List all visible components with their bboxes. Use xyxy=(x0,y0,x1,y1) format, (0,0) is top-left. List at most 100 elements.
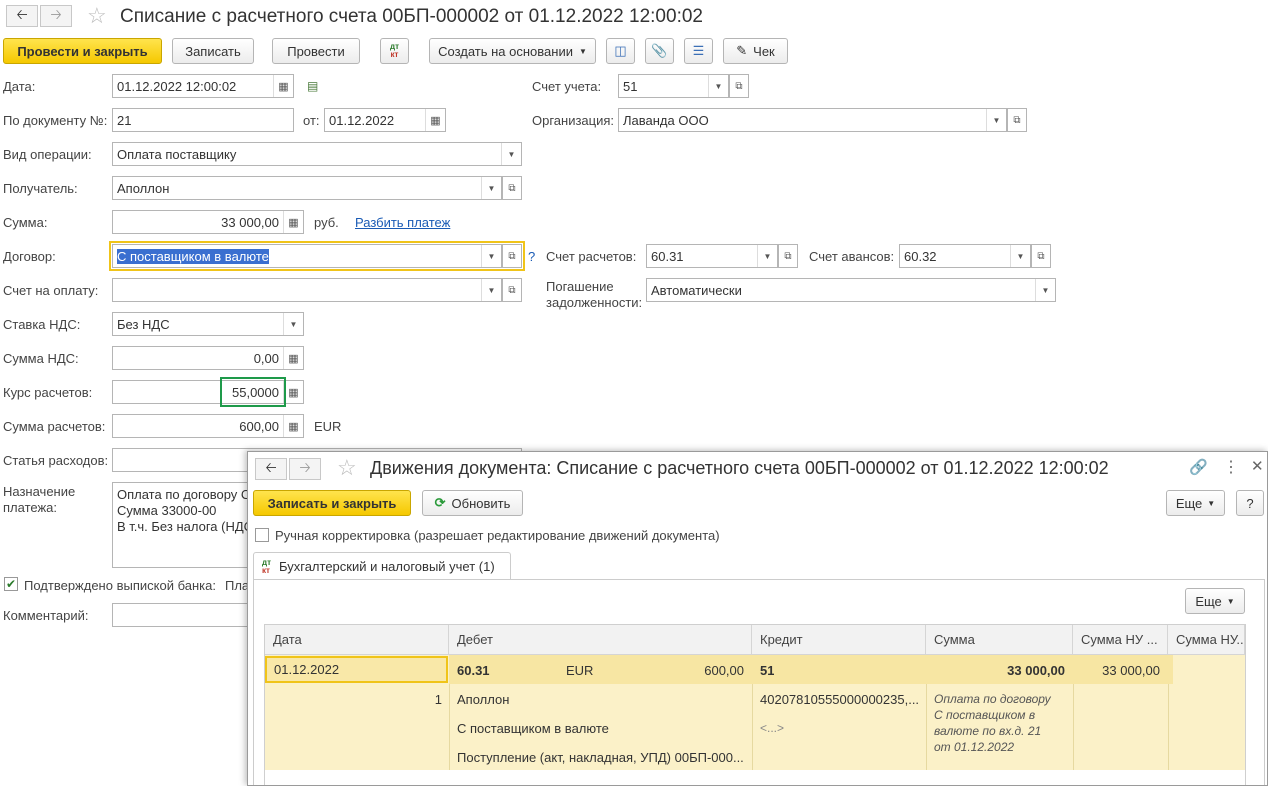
vat-rate-select[interactable]: Без НДС ▼ xyxy=(112,312,304,336)
movements-window: 🡠 🡢 ☆ Движения документа: Списание с рас… xyxy=(247,451,1268,786)
from-date-field[interactable]: 01.12.2022 ▦ xyxy=(324,108,446,132)
purpose-label-1: Назначение xyxy=(3,484,76,499)
advance-account-select[interactable]: 60.32 ▼ xyxy=(899,244,1031,268)
confirmed-suffix: Пла xyxy=(225,578,250,593)
from-label: от: xyxy=(303,113,320,128)
settle-currency: EUR xyxy=(314,419,342,434)
more-button[interactable]: Еще ▼ xyxy=(1166,490,1225,516)
open-invoice-button[interactable]: ⧉ xyxy=(502,278,522,302)
create-based-on-button[interactable]: Создать на основании ▼ xyxy=(429,38,596,64)
info-icon[interactable]: ▤ xyxy=(307,79,318,93)
more-vertical-icon[interactable]: ⋮ xyxy=(1223,457,1239,477)
open-org-button[interactable]: ⧉ xyxy=(1007,108,1027,132)
help-mark[interactable]: ? xyxy=(528,249,535,264)
split-payment-link[interactable]: Разбить платеж xyxy=(355,215,450,230)
confirmed-checkbox[interactable]: ✔ xyxy=(4,577,18,591)
invoice-select[interactable]: ▼ xyxy=(112,278,502,302)
close-icon[interactable]: ✕ xyxy=(1251,457,1264,475)
vat-sum-label: Сумма НДС: xyxy=(3,351,79,366)
chevron-down-icon[interactable]: ▼ xyxy=(283,313,303,335)
refresh-icon: ⟳ xyxy=(434,495,446,510)
check-button[interactable]: ✎ Чек xyxy=(723,38,788,64)
back-button[interactable]: 🡠 xyxy=(6,5,38,27)
settle-sum-field[interactable]: 600,00 ▦ xyxy=(112,414,304,438)
back-button[interactable]: 🡠 xyxy=(255,458,287,480)
invoice-label: Счет на оплату: xyxy=(3,283,99,298)
column-header-date[interactable]: Дата xyxy=(265,625,449,655)
link-icon[interactable]: 🔗 xyxy=(1189,458,1208,476)
settle-account-label: Счет расчетов: xyxy=(546,249,637,264)
debit-subconto-2: С поставщиком в валюте xyxy=(457,721,609,736)
chevron-down-icon[interactable]: ▼ xyxy=(708,75,728,97)
column-header-sum[interactable]: Сумма xyxy=(926,625,1073,655)
date-field[interactable]: 01.12.2022 12:00:02 ▦ xyxy=(112,74,294,98)
favorite-star-icon[interactable]: ☆ xyxy=(87,3,107,29)
chevron-down-icon[interactable]: ▼ xyxy=(1035,279,1055,301)
sum-label: Сумма: xyxy=(3,215,48,230)
column-header-debit[interactable]: Дебет xyxy=(449,625,752,655)
recipient-select[interactable]: Аполлон ▼ xyxy=(112,176,502,200)
forward-button[interactable]: 🡢 xyxy=(40,5,72,27)
open-contract-button[interactable]: ⧉ xyxy=(502,244,522,268)
optype-label: Вид операции: xyxy=(3,147,92,162)
account-select[interactable]: 51 ▼ xyxy=(618,74,729,98)
credit-subconto-1: 40207810555000000235,... xyxy=(760,692,920,707)
chevron-down-icon[interactable]: ▼ xyxy=(1010,245,1030,267)
calendar-icon[interactable]: ▦ xyxy=(425,109,445,131)
debit-account: 60.31 xyxy=(457,663,490,678)
attach-button[interactable]: 📎 xyxy=(645,38,674,64)
docnum-field[interactable]: 21 xyxy=(112,108,294,132)
chevron-down-icon[interactable]: ▼ xyxy=(501,143,521,165)
manual-adjust-checkbox[interactable] xyxy=(255,528,269,542)
calculator-icon[interactable]: ▦ xyxy=(283,381,303,403)
open-account-button[interactable]: ⧉ xyxy=(729,74,749,98)
chevron-down-icon[interactable]: ▼ xyxy=(757,245,777,267)
chevron-down-icon[interactable]: ▼ xyxy=(986,109,1006,131)
calculator-icon[interactable]: ▦ xyxy=(283,211,303,233)
favorite-star-icon[interactable]: ☆ xyxy=(337,455,357,481)
dt-kt-button[interactable]: дт кт xyxy=(380,38,409,64)
column-header-credit[interactable]: Кредит xyxy=(752,625,926,655)
chevron-down-icon[interactable]: ▼ xyxy=(481,245,501,267)
tab-accounting[interactable]: дт кт Бухгалтерский и налоговый учет (1) xyxy=(253,552,511,580)
vat-sum-field[interactable]: 0,00 ▦ xyxy=(112,346,304,370)
debit-subconto-3: Поступление (акт, накладная, УПД) 00БП-0… xyxy=(457,750,744,765)
chevron-down-icon[interactable]: ▼ xyxy=(481,177,501,199)
refresh-button[interactable]: ⟳ Обновить xyxy=(422,490,523,516)
forward-button[interactable]: 🡢 xyxy=(289,458,321,480)
save-button[interactable]: Записать xyxy=(172,38,254,64)
calculator-icon[interactable]: ▦ xyxy=(283,347,303,369)
settle-sum-label: Сумма расчетов: xyxy=(3,419,106,434)
structure-button[interactable]: ◫ xyxy=(606,38,635,64)
settle-account-select[interactable]: 60.31 ▼ xyxy=(646,244,778,268)
post-button[interactable]: Провести xyxy=(272,38,360,64)
post-and-close-button[interactable]: Провести и закрыть xyxy=(3,38,162,64)
save-and-close-button[interactable]: Записать и закрыть xyxy=(253,490,411,516)
optype-select[interactable]: Оплата поставщику ▼ xyxy=(112,142,522,166)
arrow-left-icon: 🡠 xyxy=(265,459,277,475)
org-select[interactable]: Лаванда ООО ▼ xyxy=(618,108,1007,132)
purpose-label-2: платежа: xyxy=(3,500,57,515)
open-settle-account-button[interactable]: ⧉ xyxy=(778,244,798,268)
repay-select[interactable]: Автоматически ▼ xyxy=(646,278,1056,302)
account-label: Счет учета: xyxy=(532,79,602,94)
chevron-down-icon[interactable]: ▼ xyxy=(481,279,501,301)
advance-account-label: Счет авансов: xyxy=(809,249,895,264)
sum-currency: руб. xyxy=(314,215,339,230)
sum-field[interactable]: 33 000,00 ▦ xyxy=(112,210,304,234)
calendar-icon[interactable]: ▦ xyxy=(273,75,293,97)
help-button[interactable]: ? xyxy=(1236,490,1264,516)
column-header-sum-nu[interactable]: Сумма НУ ... xyxy=(1073,625,1168,655)
debit-currency: EUR xyxy=(566,663,594,678)
open-advance-account-button[interactable]: ⧉ xyxy=(1031,244,1051,268)
date-cell[interactable]: 01.12.2022 xyxy=(265,656,448,683)
report-button[interactable]: ☰ xyxy=(684,38,713,64)
structure-icon: ◫ xyxy=(614,43,627,58)
open-recipient-button[interactable]: ⧉ xyxy=(502,176,522,200)
rate-label: Курс расчетов: xyxy=(3,385,93,400)
table-more-button[interactable]: Еще ▼ xyxy=(1185,588,1245,614)
open-icon: ⧉ xyxy=(508,284,516,296)
column-header-sum-nu-2[interactable]: Сумма НУ... xyxy=(1168,625,1245,655)
contract-select[interactable]: С поставщиком в валюте ▼ xyxy=(112,244,502,268)
calculator-icon[interactable]: ▦ xyxy=(283,415,303,437)
